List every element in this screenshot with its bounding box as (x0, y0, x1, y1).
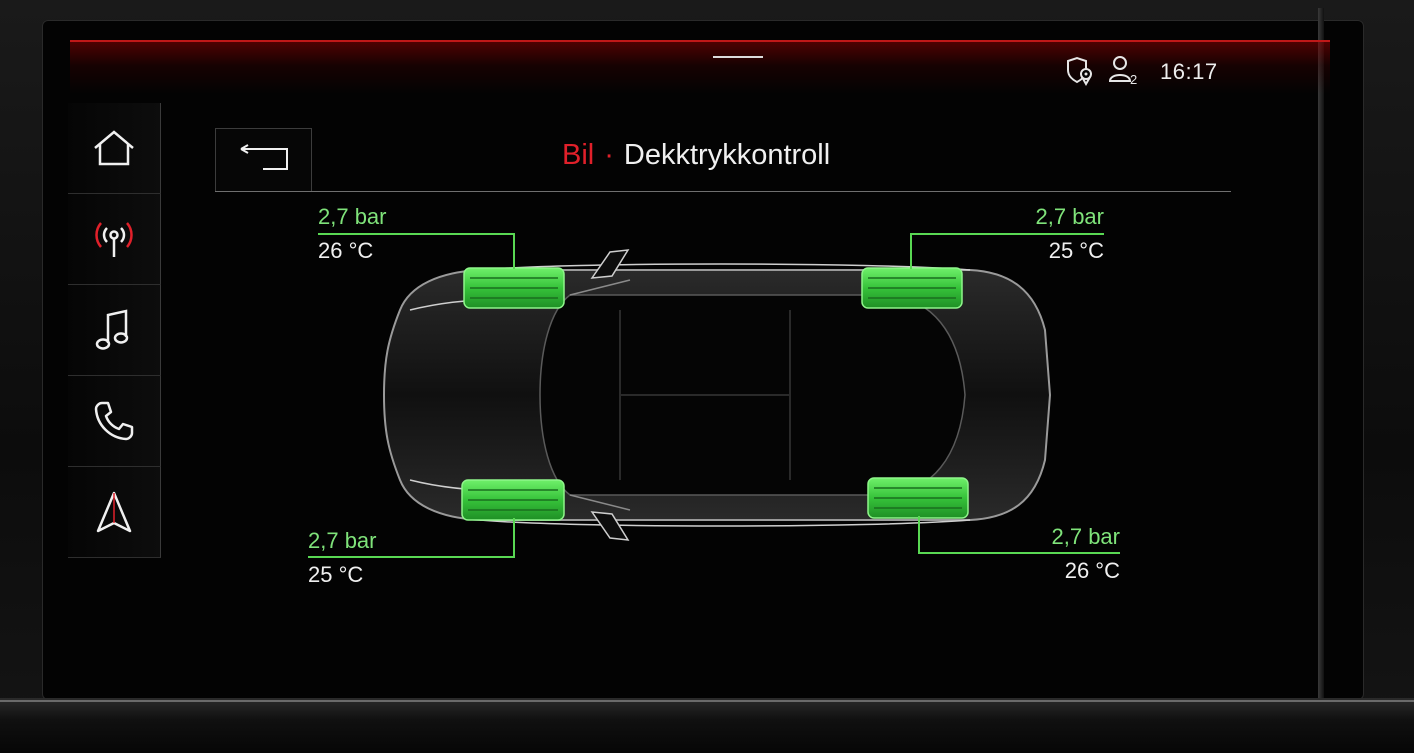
nav-home-button[interactable] (68, 103, 161, 194)
back-button[interactable] (215, 128, 312, 191)
nav-navigation-button[interactable] (68, 467, 161, 558)
music-note-icon (94, 307, 134, 353)
location-shield-icon[interactable] (1064, 56, 1096, 90)
nav-phone-button[interactable] (68, 376, 161, 467)
pressure-value: 2,7 bar (318, 204, 387, 229)
nav-radio-button[interactable] (68, 194, 161, 285)
pressure-value: 2,7 bar (1051, 524, 1121, 549)
tire-readout-front-right: 2,7 bar 25 °C (990, 204, 1105, 264)
leader-front-left-v (513, 233, 515, 269)
tire-readout-rear-right: 2,7 bar 26 °C (1000, 524, 1121, 584)
tire-front-left (463, 267, 565, 309)
profile-number: 2 (1130, 72, 1138, 87)
back-arrow-icon (235, 143, 293, 177)
temperature-value: 26 °C (318, 238, 374, 263)
breadcrumb-bil[interactable]: Bil (562, 139, 594, 171)
header-divider (215, 191, 1231, 192)
navigation-icon (94, 489, 134, 535)
leader-front-right-v (910, 233, 912, 269)
clock: 16:17 (1160, 59, 1218, 84)
leader-rear-left-v (513, 518, 515, 558)
frame-chrome-trim (0, 700, 1414, 702)
screen-edge (1318, 8, 1324, 698)
tire-rear-right (867, 477, 969, 519)
home-icon (91, 128, 137, 168)
temperature-value: 26 °C (1064, 558, 1120, 583)
pull-down-handle[interactable] (713, 56, 763, 58)
pressure-value: 2,7 bar (1035, 204, 1105, 229)
radio-icon (91, 217, 137, 261)
breadcrumb-separator: · (604, 139, 614, 171)
pressure-value: 2,7 bar (308, 528, 377, 553)
leader-rear-right-v (918, 516, 920, 554)
page-title: Bil · Dekktrykkontroll (562, 139, 830, 172)
main-navigation (68, 103, 162, 573)
tire-readout-front-left: 2,7 bar 26 °C (318, 204, 387, 264)
tire-front-right (861, 267, 963, 309)
tire-readout-rear-left: 2,7 bar 25 °C (308, 528, 377, 588)
phone-icon (92, 399, 136, 443)
nav-media-button[interactable] (68, 285, 161, 376)
title-text: Dekktrykkontroll (623, 139, 831, 171)
temperature-value: 25 °C (308, 562, 364, 587)
console-frame (0, 698, 1414, 753)
temperature-value: 25 °C (1048, 238, 1104, 263)
tire-rear-left (461, 479, 565, 521)
car-top-view-illustration (382, 249, 1052, 541)
